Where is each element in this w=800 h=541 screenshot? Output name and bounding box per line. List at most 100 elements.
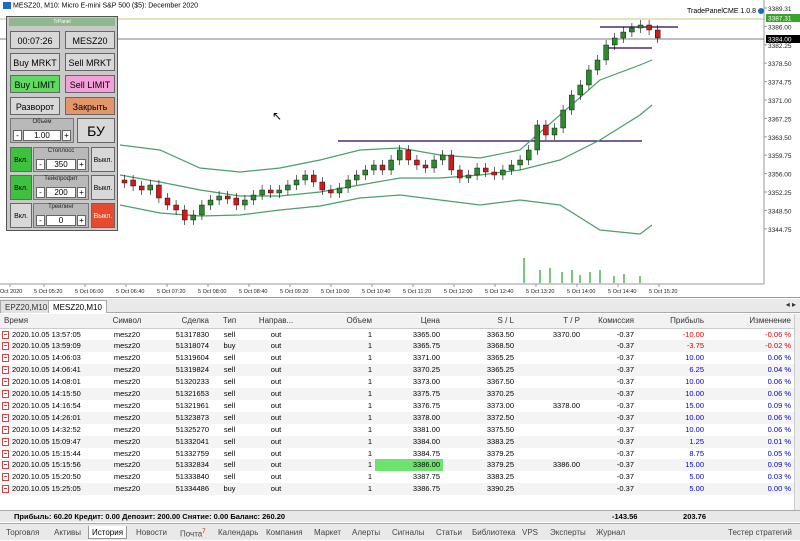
table-cell: 3376.75 xyxy=(375,400,443,412)
price-chart[interactable]: 3389.31 3386.00 3382.25 3378.50 3374.75 3371.… xyxy=(0,0,800,298)
toolbox-tab[interactable]: Журнал xyxy=(596,526,625,539)
volume-input[interactable]: 1.00 xyxy=(23,130,61,141)
table-row[interactable]: 2020.10.05 14:06:41 mesz20 51319824 sell out… xyxy=(0,364,794,377)
table-row[interactable]: 2020.10.05 13:59:09 mesz20 51318074 buy out 1… xyxy=(0,340,794,353)
candle-body xyxy=(173,204,179,211)
table-cell-text: 51332041 xyxy=(175,436,209,446)
column-header[interactable]: Символ xyxy=(96,314,158,329)
tab-epz20[interactable]: EPZ20,M10 xyxy=(0,300,53,313)
table-row[interactable]: 2020.10.05 14:08:01 mesz20 51320233 sell out… xyxy=(0,376,794,388)
column-header[interactable]: Цена xyxy=(375,314,443,329)
column-header[interactable]: Время xyxy=(0,314,96,329)
close-button[interactable]: Закрыть xyxy=(65,97,115,115)
table-cell-text: 3365.25 xyxy=(486,365,514,375)
table-cell-text: 0.06 % xyxy=(767,389,791,399)
price-tick-label: 3363.50 xyxy=(768,135,792,142)
column-header[interactable]: Прибыль xyxy=(637,314,707,329)
trailing-minus-button[interactable]: - xyxy=(36,215,45,226)
panel-header[interactable]: TrPanel xyxy=(9,18,115,26)
toolbox-tab[interactable]: Почта7 xyxy=(180,526,206,539)
buy-limit-button[interactable]: Buy LIMIT xyxy=(10,75,60,93)
sell-limit-button[interactable]: Sell LIMIT xyxy=(65,75,115,93)
toolbox-tab[interactable]: Маркет xyxy=(314,526,341,539)
column-header[interactable]: Комиссия xyxy=(583,314,637,329)
table-cell: 51325270 xyxy=(158,424,212,436)
table-row[interactable]: 2020.10.05 14:16:54 mesz20 51321961 sell out… xyxy=(0,400,794,412)
table-cell-text: 3371.00 xyxy=(412,353,440,363)
candle-body xyxy=(655,29,661,39)
table-cell: mesz20 xyxy=(96,448,158,460)
column-header[interactable]: Направ... xyxy=(247,314,305,329)
takeprofit-minus-button[interactable]: - xyxy=(36,187,45,198)
stoploss-minus-button[interactable]: - xyxy=(36,159,45,170)
toolbox-tab[interactable]: Сигналы xyxy=(392,526,424,539)
symbol-display: MESZ20 xyxy=(65,31,115,49)
tabs-scroll-arrows[interactable]: ◂ ▸ xyxy=(786,300,796,309)
table-cell xyxy=(517,448,583,460)
table-cell xyxy=(517,364,583,377)
table-cell: 5.00 xyxy=(637,471,707,483)
toolbox-tab[interactable]: Торговля xyxy=(6,526,39,539)
takeprofit-input[interactable]: 200 xyxy=(46,187,76,198)
table-cell: mesz20 xyxy=(96,388,158,400)
toolbox-tab[interactable]: Эксперты xyxy=(550,526,586,539)
volume-minus-button[interactable]: - xyxy=(13,130,22,141)
takeprofit-on-button[interactable]: Вкл. xyxy=(10,175,32,200)
toolbox-tab[interactable]: VPS xyxy=(522,526,538,539)
table-cell: 2020.10.05 13:57:05 xyxy=(0,328,96,340)
stoploss-off-button[interactable]: Выкл. xyxy=(91,147,115,172)
candle-body xyxy=(345,179,351,189)
price-tick-label: 3374.75 xyxy=(768,80,792,87)
table-row[interactable]: 2020.10.05 14:26:01 mesz20 51323873 sell out… xyxy=(0,411,794,424)
column-header[interactable]: S / L xyxy=(443,314,517,329)
tab-mesz20[interactable]: MESZ20,M10 xyxy=(48,300,107,313)
table-cell-text: 1 xyxy=(367,484,372,494)
trailing-input[interactable]: 0 xyxy=(46,215,76,226)
table-cell: 1 xyxy=(305,340,375,353)
table-row[interactable]: 2020.10.05 14:15:50 mesz20 51321653 sell out… xyxy=(0,388,794,400)
sell-market-button[interactable]: Sell MRKT xyxy=(65,53,115,71)
trailing-on-button[interactable]: Вкл. xyxy=(10,203,32,228)
table-row[interactable]: 2020.10.05 15:25:05 mesz20 51334486 buy out 1… xyxy=(0,483,794,496)
column-header[interactable]: Изменение xyxy=(707,314,794,329)
stoploss-input[interactable]: 350 xyxy=(46,159,76,170)
table-row[interactable]: 2020.10.05 14:32:52 mesz20 51325270 sell out… xyxy=(0,424,794,436)
toolbox-tab[interactable]: История xyxy=(88,526,128,539)
buy-market-button[interactable]: Buy MRKT xyxy=(10,53,60,71)
table-cell-text: 3376.75 xyxy=(412,400,440,410)
toolbox-tab[interactable]: Библиотека xyxy=(472,526,516,539)
toolbox-tab[interactable]: Статьи xyxy=(436,526,462,539)
volume-plus-button[interactable]: + xyxy=(62,130,71,141)
stoploss-on-button[interactable]: Вкл. xyxy=(10,147,32,172)
column-header[interactable]: Тип xyxy=(212,314,247,329)
column-header[interactable]: T / P xyxy=(517,314,583,329)
breakeven-button[interactable]: БУ xyxy=(77,118,115,143)
table-row[interactable]: 2020.10.05 15:15:44 mesz20 51332759 sell out… xyxy=(0,448,794,460)
table-scrollbar[interactable] xyxy=(794,314,800,510)
table-row[interactable]: 2020.10.05 15:15:56 mesz20 51332834 sell out… xyxy=(0,459,794,472)
toolbox-tab[interactable]: Календарь xyxy=(218,526,258,539)
chart-area[interactable]: 3389.31 3386.00 3382.25 3378.50 3374.75 3371.… xyxy=(0,0,800,298)
table-cell: 3386.00 xyxy=(517,459,583,472)
table-cell-text: 51319604 xyxy=(175,353,209,363)
trailing-plus-button[interactable]: + xyxy=(77,215,86,226)
toolbox-tab[interactable]: Новости xyxy=(136,526,167,539)
takeprofit-off-button[interactable]: Выкл. xyxy=(91,175,115,200)
table-cell-text: 2020.10.05 14:06:03 xyxy=(12,353,81,363)
summary-row: Прибыль: 60.20 Кредит: 0.00 Депозит: 200… xyxy=(0,510,800,522)
table-row[interactable]: 2020.10.05 13:57:05 mesz20 51317830 sell out… xyxy=(0,328,794,340)
column-header[interactable]: Объем xyxy=(305,314,375,329)
stoploss-plus-button[interactable]: + xyxy=(77,159,86,170)
column-header[interactable]: Сделка xyxy=(158,314,212,329)
toolbox-tab[interactable]: Компания xyxy=(266,526,303,539)
table-cell-text: 2020.10.05 13:57:05 xyxy=(12,329,81,339)
toolbox-tab[interactable]: Алерты xyxy=(352,526,380,539)
table-row[interactable]: 2020.10.05 15:20:50 mesz20 51333840 sell out… xyxy=(0,471,794,483)
table-row[interactable]: 2020.10.05 15:09:47 mesz20 51332041 sell out… xyxy=(0,435,794,448)
reverse-button[interactable]: Разворот xyxy=(10,97,60,115)
table-row[interactable]: 2020.10.05 14:06:03 mesz20 51319604 sell out… xyxy=(0,352,794,364)
strategy-tester-button[interactable]: Тестер стратегий xyxy=(728,526,792,539)
trailing-off-button[interactable]: Выкл. xyxy=(91,203,115,228)
toolbox-tab[interactable]: Активы xyxy=(54,526,81,539)
takeprofit-plus-button[interactable]: + xyxy=(77,187,86,198)
